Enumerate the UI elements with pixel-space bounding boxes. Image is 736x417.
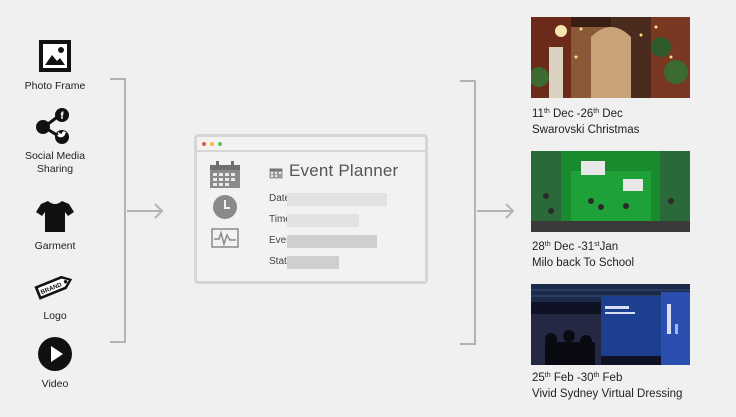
event-photo-vivid [531,284,690,365]
event-name: Milo back To School [532,257,635,269]
calendar-icon [210,161,240,188]
source-label: Garment [34,240,76,252]
event-dates: 25th Feb -30th Feb [532,372,623,384]
source-social-media: f Social Media Sharing [10,106,100,176]
event-planner-window: Event Planner Date Time Event Status [194,134,428,284]
clock-icon [213,195,237,219]
minimize-dot-icon [210,141,214,146]
close-dot-icon [202,141,206,146]
event-name: Vivid Sydney Virtual Dressing [532,388,683,400]
event-caption: 11th Dec -26th Dec Swarovski Christmas [532,104,639,138]
source-label: Social Media Sharing [24,150,86,175]
brand-tag-icon: BRAND [33,266,77,306]
window-titlebar [197,137,425,152]
source-video: Video [10,334,100,391]
play-icon [33,334,77,374]
tshirt-icon [33,196,77,236]
event-photo-milo [531,151,690,232]
right-bracket-connector [460,80,515,345]
photo-frame-icon [33,36,77,76]
social-share-icon: f [33,106,77,146]
time-field [287,214,359,227]
maximize-dot-icon [218,141,222,146]
source-label: Logo [43,310,67,322]
source-label: Photo Frame [24,80,86,92]
event-field [287,235,377,248]
event-name: Swarovski Christmas [532,124,640,136]
date-field [287,193,387,206]
event-dates: 28th Dec -31stJan [532,241,619,253]
event-dates: 11th Dec -26th Dec [532,108,623,120]
small-calendar-icon [269,168,283,179]
source-label: Video [41,378,69,390]
planner-title: Event Planner [289,161,399,180]
event-photo-christmas [531,17,690,98]
event-caption: 25th Feb -30th Feb Vivid Sydney Virtual … [532,368,682,402]
source-garment: Garment [10,196,100,253]
event-caption: 28th Dec -31stJan Milo back To School [532,237,634,271]
status-field [287,256,339,269]
activity-icon [211,228,239,248]
source-photo-frame: Photo Frame [10,36,100,93]
source-logo: BRAND Logo [10,266,100,323]
left-bracket-connector [110,78,164,343]
